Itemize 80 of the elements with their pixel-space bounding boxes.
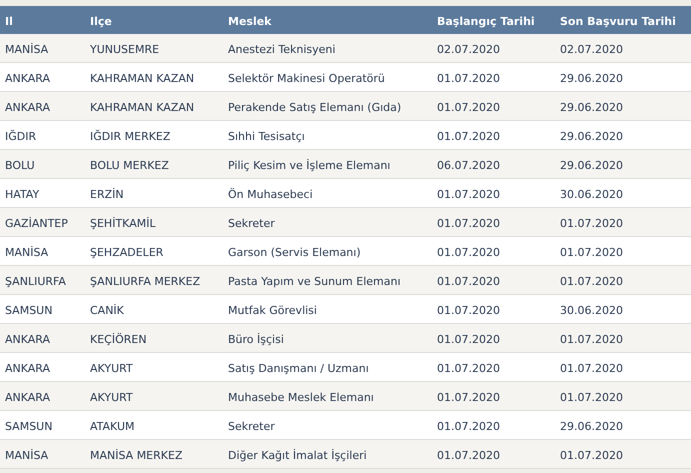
table-cell: 30.06.2020 (560, 188, 623, 201)
table-cell: ANKARA (5, 72, 50, 85)
table-cell: MANİSA MERKEZ (90, 449, 182, 462)
table-cell: 01.07.2020 (560, 333, 623, 346)
table-cell: 01.07.2020 (437, 304, 500, 317)
column-header: Başlangıç Tarihi (437, 15, 535, 28)
table-cell: Sekreter (228, 420, 275, 433)
table-cell: ŞEHİTKAMİL (90, 217, 156, 230)
table-cell: IĞDIR MERKEZ (90, 130, 170, 143)
table-cell: Ön Muhasebeci (228, 188, 313, 201)
table-cell: 01.07.2020 (560, 217, 623, 230)
table-cell: 01.07.2020 (437, 72, 500, 85)
column-header: Son Başvuru Tarihi (560, 15, 676, 28)
table-cell: Pasta Yapım ve Sunum Elemanı (228, 275, 400, 288)
table-cell: 29.06.2020 (560, 72, 623, 85)
table-cell: 02.07.2020 (560, 43, 623, 56)
table-cell: 29.06.2020 (560, 101, 623, 114)
table-cell: BOLU (5, 159, 35, 172)
table-cell: 01.07.2020 (437, 420, 500, 433)
table-cell: IĞDIR (5, 130, 36, 143)
table-cell: 01.07.2020 (437, 275, 500, 288)
table-cell: 01.07.2020 (437, 188, 500, 201)
table-cell: GAZİANTEP (5, 217, 68, 230)
table-cell: Muhasebe Meslek Elemanı (228, 391, 374, 404)
table-cell: ANKARA (5, 333, 50, 346)
table-cell: AKYURT (90, 362, 133, 375)
table-cell: 02.07.2020 (437, 43, 500, 56)
table-cell: ANKARA (5, 101, 50, 114)
table-cell: Diğer Kağıt İmalat İşçileri (228, 449, 367, 462)
table-cell: KAHRAMAN KAZAN (90, 101, 194, 114)
column-header: Ilçe (90, 15, 112, 28)
table-cell: KEÇİÖREN (90, 333, 147, 346)
table-cell: ŞANLIURFA MERKEZ (90, 275, 200, 288)
table-cell: YUNUSEMRE (90, 43, 160, 56)
table-cell: Perakende Satış Elemanı (Gıda) (228, 101, 402, 114)
table-cell: Anestezi Teknisyeni (228, 43, 336, 56)
table-cell: ANKARA (5, 362, 50, 375)
table-cell: AKYURT (90, 391, 133, 404)
table-cell: 01.07.2020 (437, 246, 500, 259)
table-cell: Büro İşçisi (228, 333, 284, 346)
table-cell: Sıhhi Tesisatçı (228, 130, 305, 143)
table-cell: 01.07.2020 (437, 130, 500, 143)
table-cell: SAMSUN (5, 304, 52, 317)
table-cell: Mutfak Görevlisi (228, 304, 317, 317)
table-cell: 01.07.2020 (560, 275, 623, 288)
table-cell: Selektör Makinesi Operatörü (228, 72, 385, 85)
table-cell: Sekreter (228, 217, 275, 230)
table-cell: SAMSUN (5, 420, 52, 433)
table-cell: 01.07.2020 (560, 449, 623, 462)
table-cell: 29.06.2020 (560, 420, 623, 433)
table-cell: 01.07.2020 (437, 391, 500, 404)
table-cell: 01.07.2020 (437, 101, 500, 114)
table-cell: ŞANLIURFA (5, 275, 66, 288)
table-cell: 01.07.2020 (437, 217, 500, 230)
table-cell: 01.07.2020 (560, 246, 623, 259)
table-cell: 01.07.2020 (560, 362, 623, 375)
table-cell: 01.07.2020 (437, 362, 500, 375)
table-cell: 29.06.2020 (560, 130, 623, 143)
table-cell: ŞEHZADELER (90, 246, 164, 259)
table-cell: MANİSA (5, 246, 48, 259)
table-cell: MANİSA (5, 449, 48, 462)
table-cell: 29.06.2020 (560, 159, 623, 172)
column-header: Meslek (228, 15, 272, 28)
table-cell: 01.07.2020 (560, 391, 623, 404)
table-cell: Garson (Servis Elemanı) (228, 246, 361, 259)
table-cell: 06.07.2020 (437, 159, 500, 172)
table-cell: Satış Danışmanı / Uzmanı (228, 362, 369, 375)
table-cell: ANKARA (5, 391, 50, 404)
table-cell: BOLU MERKEZ (90, 159, 169, 172)
table-cell: 30.06.2020 (560, 304, 623, 317)
table-cell: MANİSA (5, 43, 48, 56)
table-cell: Piliç Kesim ve İşleme Elemanı (228, 159, 390, 172)
table-cell: 01.07.2020 (437, 449, 500, 462)
table-cell: KAHRAMAN KAZAN (90, 72, 194, 85)
table-cell: ATAKUM (90, 420, 135, 433)
table-cell: CANİK (90, 304, 124, 317)
table-cell: 01.07.2020 (437, 333, 500, 346)
column-header: Il (5, 15, 13, 28)
table-cell: HATAY (5, 188, 40, 201)
table-cell: ERZİN (90, 188, 124, 201)
